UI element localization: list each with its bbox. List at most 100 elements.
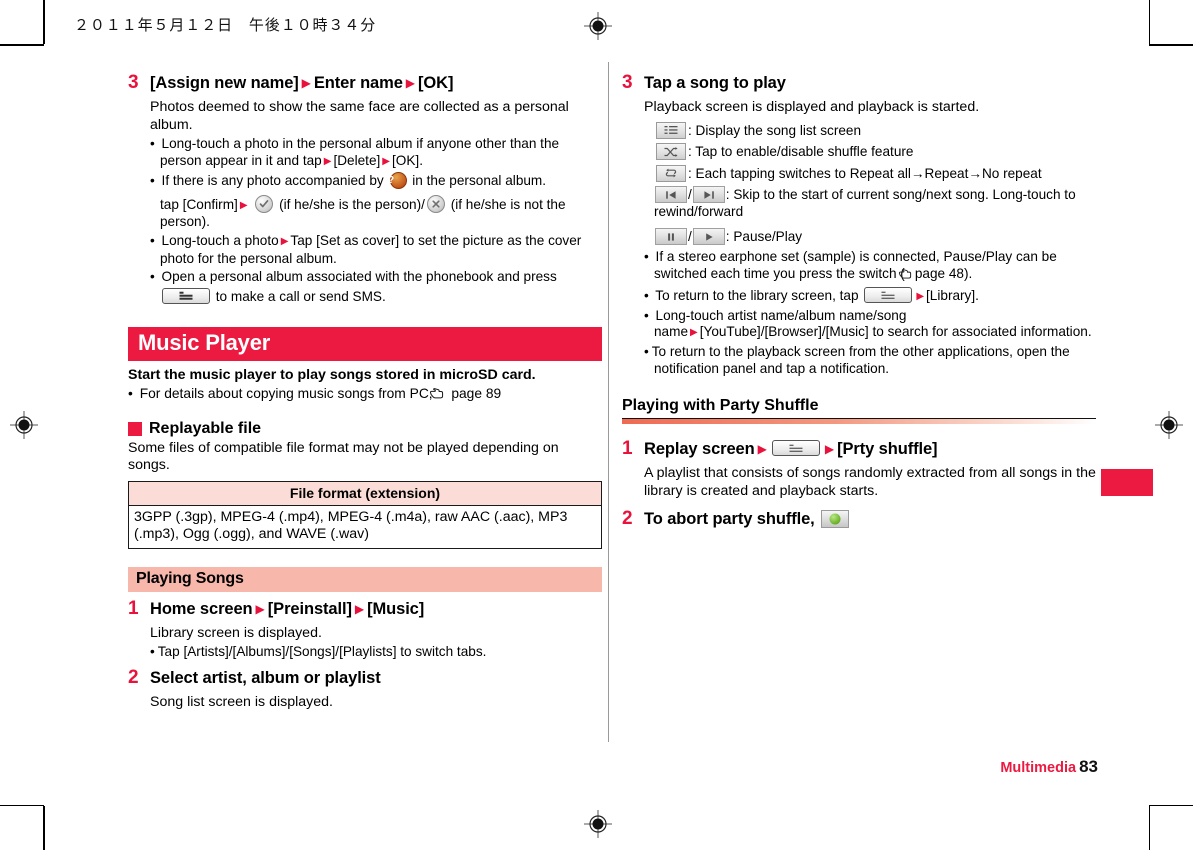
table-cell-formats: 3GPP (.3gp), MPEG-4 (.mp4), MPEG-4 (.m4a… — [134, 508, 568, 542]
step-number: 2 — [128, 667, 139, 689]
bullet-text-b: to make a call or send SMS. — [215, 288, 386, 304]
arrow-icon: ▶ — [301, 76, 311, 90]
red-square-bullet-icon — [128, 421, 142, 436]
step-2-select-artist: 2 Select artist, album or playlist — [128, 667, 602, 690]
pause-icon — [655, 228, 687, 246]
bullet-confirm-person-line2: tap [Confirm] ▶ (if he/she is the person)… — [150, 194, 602, 231]
registration-mark-bottom — [584, 810, 612, 838]
step-number: 1 — [622, 438, 633, 460]
icon-caption: : Tap to enable/disable shuffle feature — [688, 144, 914, 160]
icon-caption: : Display the song list screen — [688, 122, 862, 138]
bullet-switch-tabs: Tap [Artists]/[Albums]/[Songs]/[Playlist… — [150, 644, 602, 661]
slash-separator: / — [688, 187, 692, 203]
bullet-text-b: page 48). — [914, 265, 973, 281]
step-title: To abort party shuffle, — [644, 508, 851, 531]
slash-separator: / — [688, 229, 692, 245]
skip-next-icon — [692, 186, 725, 204]
heading-playing-with-party-shuffle: Playing with Party Shuffle — [622, 397, 1096, 420]
icon-caption: : Pause/Play — [725, 229, 803, 245]
step-1-body: Library screen is displayed. Tap [Artist… — [150, 625, 602, 661]
bullet-text-b: [Delete] — [333, 152, 381, 168]
bullet-text-b: page 89 — [451, 386, 502, 402]
page-footer: Multimedia 83 — [1000, 757, 1098, 777]
arrow-icon: ▶ — [916, 291, 925, 303]
step-3-paragraph: Playback screen is displayed and playbac… — [644, 99, 980, 115]
step-number: 3 — [622, 72, 633, 93]
bullet-text-b: [Library]. — [926, 288, 979, 304]
menu-lines — [179, 290, 193, 301]
step-3-paragraph: Photos deemed to show the same face are … — [150, 99, 569, 133]
bullet-text-a: Open a personal album associated with th… — [161, 269, 557, 285]
confirm-text-a: tap [Confirm] — [160, 196, 238, 212]
heading-gradient-rule — [622, 419, 1096, 425]
step-title-part-b: [Preinstall] — [267, 599, 352, 618]
arrow-icon: ▶ — [255, 601, 265, 616]
step-title-part-a: [Assign new name] — [150, 74, 299, 92]
step-number: 1 — [128, 597, 139, 619]
arrow-icon: ▶ — [405, 76, 416, 90]
pointing-hand-icon — [898, 268, 912, 286]
bullet-text-a: For details about copying music songs fr… — [139, 386, 433, 402]
print-page: ２０１１年５月１２日 午後１０時３４分 3 [Assign new name] ▶… — [0, 0, 1193, 850]
step-title: Replay screen ▶ ▶ [Prty shuffle] — [644, 438, 938, 461]
step-1-body: A playlist that consists of songs random… — [644, 465, 1096, 500]
step-number: 2 — [622, 508, 633, 530]
registration-mark-left — [10, 411, 38, 439]
section-banner-music-player: Music Player — [128, 327, 602, 362]
menu-key-icon — [864, 287, 913, 304]
arrow-icon: ▶ — [382, 155, 390, 167]
subsection-replayable-file: Replayable file — [128, 420, 602, 438]
print-date-header: ２０１１年５月１２日 午後１０時３４分 — [74, 16, 377, 34]
step-title-part-c: [Music] — [367, 599, 425, 618]
step-title-text: To abort party shuffle, — [644, 510, 815, 529]
question-badge-icon: ? — [388, 172, 407, 190]
bullet-text-b: in the personal album. — [412, 173, 547, 189]
skip-previous-icon — [655, 186, 687, 204]
step-1-home-screen: 1 Home screen ▶ [Preinstall] ▶ [Music] — [128, 598, 602, 621]
edge-tab-marker — [1101, 469, 1153, 496]
step-title: Tap a song to play — [644, 74, 786, 92]
play-icon — [692, 228, 725, 246]
bullet-text-b: [YouTube]/[Browser]/[Music] to search fo… — [699, 324, 1092, 340]
icon-row-repeat: : Each tapping switches to Repeat all→Re… — [644, 164, 1096, 183]
icon-caption: : Each tapping switches to Repeat all→Re… — [688, 165, 1042, 181]
step-title-part-b: Enter name — [313, 74, 403, 92]
table-header-row: File format (extension) — [128, 481, 602, 506]
icon-row-skip: / : Skip to the start of current song/ne… — [644, 186, 1096, 220]
step-2-paragraph: Song list screen is displayed. — [150, 694, 333, 711]
repeat-icon — [656, 164, 686, 182]
menu-key-icon — [771, 440, 820, 457]
bullet-return-to-library: To return to the library screen, tap ▶[L… — [644, 287, 1096, 306]
bullet-return-playback: To return to the playback screen from th… — [644, 344, 1096, 377]
footer-page-number: 83 — [1079, 757, 1098, 776]
shuffle-icon — [656, 143, 686, 161]
step-title-part-c: [OK] — [418, 74, 454, 92]
song-list-icon — [656, 121, 686, 139]
arrow-icon: ▶ — [757, 442, 767, 457]
arrow-icon: ▶ — [824, 442, 835, 457]
bullet-text-a: If a stereo earphone set (sample) is con… — [654, 249, 1057, 281]
step-1-paragraph: Library screen is displayed. — [150, 624, 322, 641]
step-title-part-a: Replay screen — [644, 440, 755, 459]
step-2-body: Song list screen is displayed. — [150, 694, 602, 712]
registration-mark-top — [584, 12, 612, 40]
pointing-hand-icon — [430, 387, 444, 406]
footer-chapter: Multimedia — [1000, 760, 1077, 776]
file-format-table: File format (extension) 3GPP (.3gp), MPE… — [128, 480, 602, 549]
section-band-playing-songs: Playing Songs — [128, 566, 602, 592]
menu-key-icon — [162, 287, 210, 304]
registration-mark-right — [1155, 411, 1183, 439]
step-3-tap-song: 3 Tap a song to play — [622, 72, 1096, 95]
replayable-file-paragraph: Some files of compatible file format may… — [128, 439, 559, 474]
icon-row-shuffle: : Tap to enable/disable shuffle feature — [644, 143, 1096, 161]
party-shuffle-abort-icon — [821, 510, 850, 529]
bullet-copying-from-pc: For details about copying music songs fr… — [128, 386, 602, 406]
arrow-icon: ▶ — [280, 235, 289, 247]
step-title-part-a: Home screen — [150, 599, 253, 618]
bullet-stereo-earphone: If a stereo earphone set (sample) is con… — [644, 249, 1096, 285]
check-circle-icon — [255, 194, 274, 213]
arrow-icon: ▶ — [239, 199, 248, 211]
arrow-icon: ▶ — [354, 601, 365, 616]
step-title: Select artist, album or playlist — [150, 669, 381, 688]
bullet-long-touch-delete: Long-touch a photo in the personal album… — [150, 136, 602, 170]
